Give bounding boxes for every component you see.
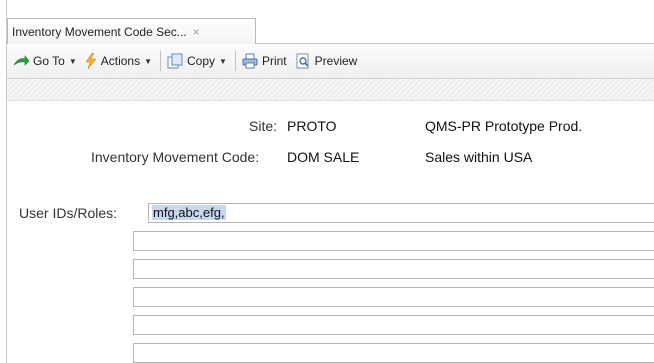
preview-button[interactable]: Preview bbox=[295, 53, 358, 69]
tab-title: Inventory Movement Code Sec... bbox=[12, 24, 187, 39]
toolbar-separator bbox=[160, 51, 162, 71]
copy-icon bbox=[167, 53, 183, 69]
form-area: Site: PROTO QMS-PR Prototype Prod. Inven… bbox=[7, 101, 654, 363]
goto-arrow-icon bbox=[13, 55, 29, 66]
preview-icon bbox=[296, 53, 309, 69]
inventory-movement-code-label: Inventory Movement Code: bbox=[91, 149, 260, 165]
user-ids-roles-field-2[interactable] bbox=[133, 231, 654, 251]
selected-text: mfg,abc,efg, bbox=[152, 205, 226, 220]
user-ids-roles-field-5[interactable] bbox=[133, 315, 654, 335]
copy-label: Copy bbox=[187, 54, 216, 68]
user-ids-roles-label: User IDs/Roles: bbox=[19, 205, 118, 221]
site-label: Site: bbox=[249, 118, 278, 134]
preview-label: Preview bbox=[314, 54, 358, 68]
user-ids-roles-field-4[interactable] bbox=[133, 287, 654, 307]
lightning-icon bbox=[85, 53, 97, 69]
inventory-movement-code-description: Sales within USA bbox=[425, 149, 533, 165]
user-ids-roles-field-3[interactable] bbox=[133, 259, 654, 279]
copy-button[interactable]: Copy ▼ bbox=[167, 53, 227, 69]
chevron-down-icon: ▼ bbox=[68, 56, 77, 66]
goto-button[interactable]: Go To ▼ bbox=[13, 54, 77, 68]
chevron-down-icon: ▼ bbox=[144, 56, 153, 66]
goto-label: Go To bbox=[33, 54, 65, 68]
close-icon[interactable]: × bbox=[193, 25, 200, 39]
site-description: QMS-PR Prototype Prod. bbox=[425, 118, 583, 134]
user-ids-roles-field-6[interactable] bbox=[133, 343, 654, 363]
actions-label: Actions bbox=[100, 54, 141, 68]
print-button[interactable]: Print bbox=[242, 53, 287, 69]
user-ids-roles-field-1[interactable]: mfg,abc,efg, bbox=[148, 203, 654, 223]
window-frame: Inventory Movement Code Sec... × Go To ▼… bbox=[6, 0, 654, 363]
toolbar-separator bbox=[234, 51, 236, 71]
tab-inventory-movement-code[interactable]: Inventory Movement Code Sec... × bbox=[7, 18, 256, 44]
actions-button[interactable]: Actions ▼ bbox=[85, 53, 152, 69]
header-band bbox=[7, 79, 654, 101]
printer-icon bbox=[242, 53, 258, 69]
site-value: PROTO bbox=[287, 118, 337, 134]
print-label: Print bbox=[261, 54, 287, 68]
inventory-movement-code-value: DOM SALE bbox=[287, 149, 360, 165]
chevron-down-icon: ▼ bbox=[219, 56, 227, 66]
top-strip bbox=[7, 0, 654, 18]
toolbar: Go To ▼ Actions ▼ Copy ▼ Print Preview bbox=[7, 44, 654, 79]
